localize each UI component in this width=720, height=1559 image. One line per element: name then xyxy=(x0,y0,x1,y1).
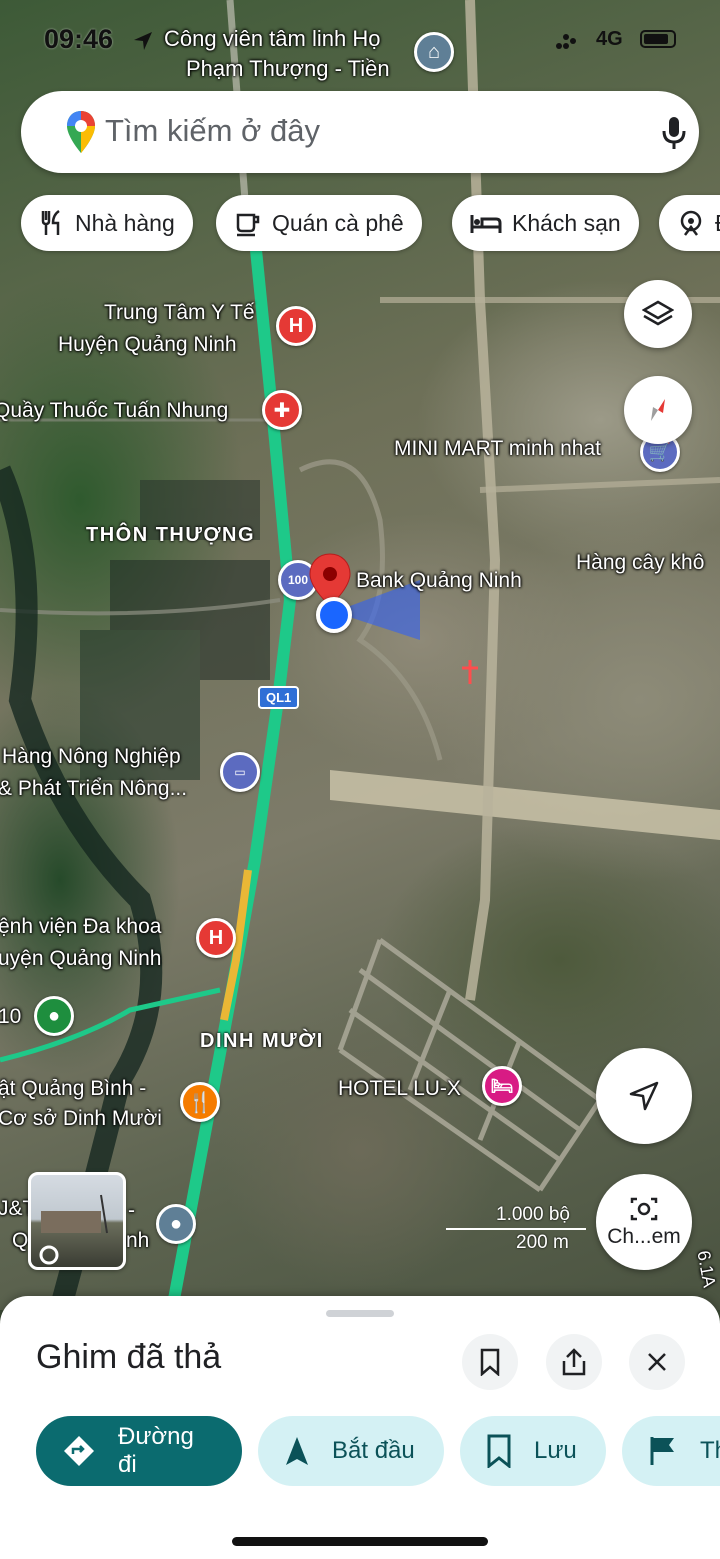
attraction-icon xyxy=(677,209,705,237)
directions-icon xyxy=(62,1434,96,1468)
explore-button[interactable]: Ch...em xyxy=(596,1174,692,1270)
poi-label-jt-3[interactable]: - xyxy=(128,1198,135,1224)
poi-label-jt-2[interactable]: Q xyxy=(12,1228,28,1254)
place-bottom-sheet[interactable]: Ghim đã thả Đường đi Bắt đầu Lưu Th xyxy=(0,1296,720,1559)
poi-label-hang-cay[interactable]: Hàng cây khô xyxy=(576,550,704,576)
more-action-button[interactable]: Th xyxy=(622,1416,720,1486)
start-label: Bắt đầu xyxy=(332,1437,415,1464)
poi-label-trung-tam-y-te-2[interactable]: Huyện Quảng Ninh xyxy=(58,332,237,358)
flag-icon xyxy=(648,1435,678,1467)
poi-label-cong-vien-2[interactable]: Phạm Thượng - Tiền xyxy=(186,56,390,82)
camera-search-icon xyxy=(630,1197,658,1221)
poi-label-hotel[interactable]: HOTEL LU-X xyxy=(338,1076,461,1102)
navigation-arrow-icon xyxy=(284,1435,310,1467)
poi-label-bank[interactable]: Bank Quảng Ninh xyxy=(356,568,522,594)
my-location-button[interactable] xyxy=(596,1048,692,1144)
compass-button[interactable] xyxy=(624,376,692,444)
poi-label-green[interactable]: 10 xyxy=(0,1004,21,1030)
save-button[interactable]: Lưu xyxy=(460,1416,606,1486)
green-poi-pin-icon[interactable]: ● xyxy=(34,996,74,1036)
close-icon xyxy=(648,1353,666,1371)
poi-label-mini-mart[interactable]: MINI MART minh nhat xyxy=(394,436,601,462)
battery-icon xyxy=(640,30,676,48)
chip-coffee[interactable]: Quán cà phê xyxy=(216,195,422,251)
restaurant-pin-icon[interactable]: 🍴 xyxy=(180,1082,220,1122)
directions-button[interactable]: Đường đi xyxy=(36,1416,242,1486)
network-type: 4G xyxy=(596,28,623,50)
close-button[interactable] xyxy=(629,1334,685,1390)
coffee-icon xyxy=(234,209,262,237)
chip-attraction[interactable]: Đ xyxy=(659,195,720,251)
road-label-right: 6.1A xyxy=(693,1249,720,1289)
sheet-title: Ghim đã thả xyxy=(36,1338,222,1376)
poi-label-nong-nghiep-2[interactable]: & Phát Triển Nông... xyxy=(0,776,187,802)
signal-icon xyxy=(556,34,576,49)
poi-label-quang-binh[interactable]: ật Quảng Bình - xyxy=(0,1076,146,1102)
atm-badge: 100 xyxy=(287,573,309,587)
hospital-pin-2-icon[interactable]: H xyxy=(196,918,236,958)
layers-icon xyxy=(642,300,674,326)
poi-label-cong-vien[interactable]: Công viên tâm linh Họ xyxy=(164,26,380,52)
chip-label: Khách sạn xyxy=(512,209,621,236)
pharmacy-pin-icon[interactable]: ✚ xyxy=(262,390,302,430)
area-label-thon-thuong: THÔN THƯỢNG xyxy=(86,524,256,546)
poi-label-quay-thuoc[interactable]: Quầy Thuốc Tuấn Nhung xyxy=(0,398,228,424)
home-indicator[interactable] xyxy=(232,1537,488,1546)
museum-pin-icon[interactable]: ⌂ xyxy=(414,32,454,72)
poi-label-benh-vien[interactable]: ệnh viện Đa khoa xyxy=(0,914,161,940)
chip-label: Đ xyxy=(715,210,720,237)
status-time: 09:46 xyxy=(44,24,114,54)
category-chips: Nhà hàng Quán cà phê Khách sạn Đ xyxy=(0,195,720,251)
road-badge-ql1: QL1 xyxy=(258,686,300,709)
chip-restaurant[interactable]: Nhà hàng xyxy=(21,195,193,251)
hotel-pin-icon[interactable]: 🛏 xyxy=(482,1066,522,1106)
directions-label: Đường đi xyxy=(118,1423,194,1478)
poi-label-nong-nghiep[interactable]: Hàng Nông Nghiệp xyxy=(2,744,181,770)
search-bar[interactable]: Tìm kiếm ở đây xyxy=(21,91,699,173)
atm-pin-2-icon[interactable]: ▭ xyxy=(220,752,260,792)
street-view-thumbnail[interactable] xyxy=(28,1172,126,1270)
share-icon xyxy=(562,1348,586,1376)
share-button[interactable] xyxy=(546,1334,602,1390)
poi-pin-gray-icon[interactable]: ● xyxy=(156,1204,196,1244)
save-bookmark-button[interactable] xyxy=(462,1334,518,1390)
chip-label: Nhà hàng xyxy=(75,209,175,236)
explore-label: Ch...em xyxy=(607,1225,681,1248)
sheet-drag-handle[interactable] xyxy=(326,1310,394,1317)
hotel-icon xyxy=(470,211,502,235)
chip-label: Quán cà phê xyxy=(272,209,404,236)
chip-hotel[interactable]: Khách sạn xyxy=(452,195,639,251)
scale-line xyxy=(446,1228,586,1230)
street-view-image xyxy=(39,1194,108,1265)
compass-icon xyxy=(651,399,665,421)
poi-label-quang-binh-2[interactable]: Cơ sở Dinh Mười xyxy=(0,1106,162,1132)
poi-label-benh-vien-2[interactable]: uyện Quảng Ninh xyxy=(0,946,161,972)
save-label: Lưu xyxy=(534,1437,577,1464)
scale-meters: 200 m xyxy=(516,1232,569,1253)
current-location-dot xyxy=(316,597,352,633)
navigation-icon xyxy=(629,1081,659,1111)
poi-label-jt-4[interactable]: nh xyxy=(126,1228,149,1254)
search-input[interactable]: Tìm kiếm ở đây xyxy=(105,113,320,149)
area-label-dinh-muoi: DINH MƯỜI xyxy=(200,1030,324,1052)
poi-label-trung-tam-y-te[interactable]: Trung Tâm Y Tế xyxy=(104,300,255,326)
restaurant-icon xyxy=(39,209,65,237)
microphone-icon[interactable] xyxy=(661,115,687,151)
hospital-pin-icon[interactable]: H xyxy=(276,306,316,346)
bookmark-icon xyxy=(486,1434,512,1468)
more-action-label: Th xyxy=(700,1437,720,1464)
layers-button[interactable] xyxy=(624,280,692,348)
location-arrow-icon xyxy=(134,32,152,50)
bookmark-icon xyxy=(480,1348,500,1376)
start-button[interactable]: Bắt đầu xyxy=(258,1416,444,1486)
scale-feet: 1.000 bộ xyxy=(496,1204,570,1225)
google-maps-logo-icon xyxy=(67,111,95,153)
map-scale: 1.000 bộ 200 m xyxy=(446,1204,586,1254)
